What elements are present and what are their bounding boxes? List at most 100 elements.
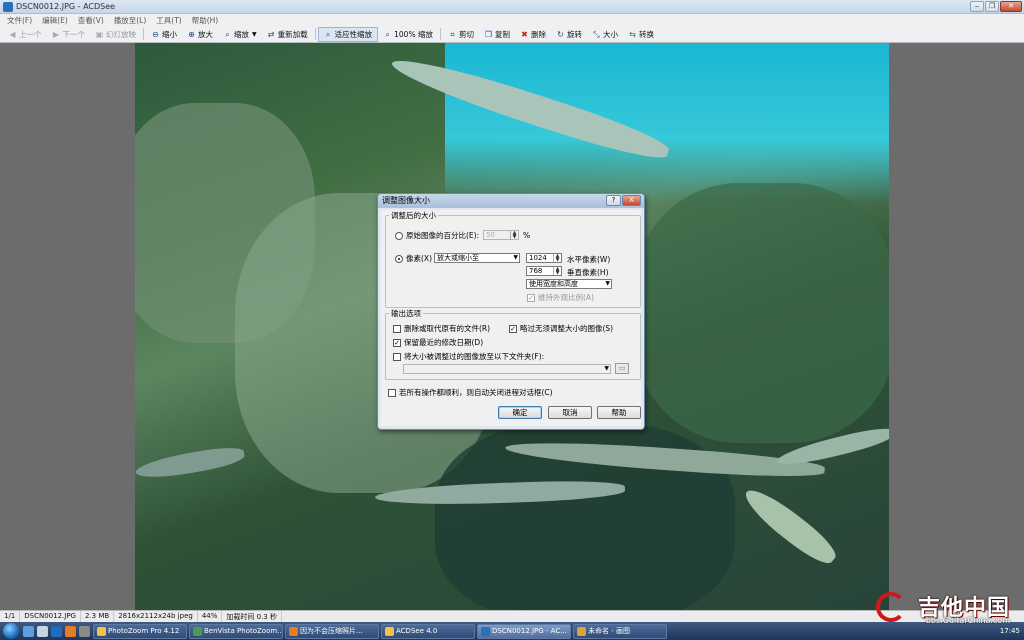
dialog-close-button[interactable]: X <box>622 195 641 206</box>
output-group-legend: 输出选项 <box>391 309 421 318</box>
menu-file[interactable]: 文件(F) <box>2 14 37 26</box>
taskbar-item-paint[interactable]: 未命名 - 画图 <box>573 623 667 639</box>
taskbar-item-benvista[interactable]: BenVista PhotoZoom... <box>189 623 283 639</box>
delete-button[interactable]: ✖ 删除 <box>515 27 551 42</box>
toolbar-divider <box>143 28 144 40</box>
actual-size-button[interactable]: ⌕ 100% 缩放 <box>378 27 438 42</box>
copy-icon: ❐ <box>484 29 493 39</box>
keep-date-checkbox[interactable]: ✓ <box>393 338 401 347</box>
quick-launch-desktop-icon[interactable] <box>23 625 34 637</box>
paint-icon <box>577 626 586 636</box>
browse-folder-button[interactable]: ▭ <box>615 363 629 374</box>
keep-aspect-label: 维持外观比例(A) <box>538 293 594 302</box>
close-button[interactable]: ✕ <box>1000 1 1022 12</box>
skip-option[interactable]: ✓ 略过无须调整大小的图像(S) <box>509 323 613 334</box>
auto-close-option[interactable]: 若所有操作都顺利，则自动关闭进程对话框(C) <box>388 387 553 398</box>
crop-icon: ⌗ <box>450 29 455 39</box>
convert-icon: ⇆ <box>629 29 636 39</box>
keep-date-option[interactable]: ✓ 保留最近的修改日期(D) <box>393 337 483 348</box>
taskbar-item-photozoom[interactable]: PhotoZoom Pro 4.12 <box>93 623 187 639</box>
quick-launch-app-icon[interactable] <box>79 625 90 637</box>
crop-button[interactable]: ⌗ 剪切 <box>443 27 479 42</box>
quick-launch-ie-icon[interactable] <box>51 625 62 637</box>
pixels-radio[interactable] <box>395 254 403 263</box>
convert-button[interactable]: ⇆ 转换 <box>623 27 659 42</box>
resize-image-dialog: 调整图像大小 ? X 调整后的大小 原始图像的百分比(E): 50 ▲ ▼ % 像… <box>377 193 645 430</box>
slideshow-icon: ▣ <box>95 29 104 39</box>
photo-rock <box>635 183 889 443</box>
menu-tools[interactable]: 工具(T) <box>151 14 186 26</box>
reload-button[interactable]: ⇄ 重新加载 <box>262 27 313 42</box>
fit-zoom-button[interactable]: ⌕ 适应性缩放 <box>317 26 379 42</box>
maximize-button[interactable]: ❐ <box>985 1 999 12</box>
magnifier-icon: ⌕ <box>385 29 390 39</box>
photo-water-area <box>445 43 889 203</box>
fit-mode-select[interactable]: 使用宽度和高度 <box>526 279 612 289</box>
menu-view[interactable]: 查看(V) <box>73 14 109 26</box>
zoom-in-button[interactable]: ⊕ 放大 <box>182 27 218 42</box>
status-filename: DSCN0012.JPG <box>20 611 81 622</box>
skip-checkbox[interactable]: ✓ <box>509 324 517 333</box>
dialog-help-button[interactable]: ? <box>606 195 621 206</box>
toolbar-divider <box>314 28 316 40</box>
menu-edit[interactable]: 编辑(E) <box>37 14 73 26</box>
spinner-arrows-icon[interactable]: ▲ ▼ <box>553 267 561 276</box>
menu-bar: 文件(F) 编辑(E) 查看(V) 播放至(L) 工具(T) 帮助(H) <box>0 14 1024 26</box>
quick-launch-window-icon[interactable] <box>37 625 48 637</box>
percent-unit: % <box>523 231 531 240</box>
minimize-button[interactable]: ‒ <box>970 1 984 12</box>
height-input[interactable]: 768 ▲ ▼ <box>526 266 562 276</box>
magnifier-icon: ⌕ <box>225 29 230 39</box>
quick-launch-firefox-icon[interactable] <box>65 625 76 637</box>
delete-original-option[interactable]: 删除或取代原有的文件(R) <box>393 323 490 334</box>
taskbar-item-browser[interactable]: 因为不会压缩照片... <box>285 623 379 639</box>
keep-date-label: 保留最近的修改日期(D) <box>404 338 484 347</box>
delete-original-label: 删除或取代原有的文件(R) <box>404 324 491 333</box>
arrow-right-icon: ▶ <box>52 29 60 39</box>
cancel-button[interactable]: 取消 <box>548 406 592 419</box>
width-label: 水平像素(W) <box>567 255 611 264</box>
save-folder-checkbox[interactable] <box>393 352 401 361</box>
delete-x-icon: ✖ <box>521 29 528 39</box>
firefox-icon <box>289 626 298 636</box>
keep-aspect-option[interactable]: ✓ 维持外观比例(A) <box>527 292 594 303</box>
status-zoom: 44% <box>198 611 223 622</box>
keep-aspect-checkbox[interactable]: ✓ <box>527 293 535 302</box>
save-folder-option[interactable]: 将大小被调整过的图像放至以下文件夹(F): <box>393 351 544 362</box>
prev-button[interactable]: ◀ 上一个 <box>3 27 47 42</box>
taskbar-item-acdsee-folder[interactable]: ACDSee 4.0 <box>381 623 475 639</box>
folder-path-select[interactable] <box>403 364 611 374</box>
refresh-icon: ⇄ <box>267 29 275 39</box>
zoom-out-button[interactable]: ⊖ 缩小 <box>146 27 182 42</box>
percent-option[interactable]: 原始图像的百分比(E): <box>395 230 479 241</box>
auto-close-label: 若所有操作都顺利，则自动关闭进程对话框(C) <box>399 388 553 397</box>
menu-help[interactable]: 帮助(H) <box>187 14 224 26</box>
pixels-option[interactable]: 像素(X) <box>395 253 432 264</box>
chevron-down-icon: ▼ <box>252 30 257 38</box>
delete-original-checkbox[interactable] <box>393 324 401 333</box>
start-button[interactable] <box>3 623 19 639</box>
toolbar-divider <box>439 28 441 40</box>
auto-close-checkbox[interactable] <box>388 388 396 397</box>
status-bar: 1/1 DSCN0012.JPG 2.3 MB 2816x2112x24b jp… <box>0 610 1024 622</box>
ok-button[interactable]: 确定 <box>498 406 542 419</box>
slideshow-button[interactable]: ▣ 幻灯放映 <box>90 27 141 42</box>
spinner-arrows-icon[interactable]: ▲ ▼ <box>553 254 561 263</box>
spinner-arrows-icon[interactable]: ▲ ▼ <box>510 231 518 240</box>
copy-button[interactable]: ❐ 复制 <box>479 27 515 42</box>
percent-input[interactable]: 50 ▲ ▼ <box>483 230 519 240</box>
rotate-button[interactable]: ↻ 旋转 <box>551 27 587 42</box>
taskbar-item-acdsee-viewer[interactable]: DSCN0012.JPG - AC... <box>477 623 571 639</box>
resize-button[interactable]: ⤡ 大小 <box>587 27 623 42</box>
height-label: 垂直像素(H) <box>567 268 609 277</box>
width-input[interactable]: 1024 ▲ ▼ <box>526 253 562 263</box>
percent-radio[interactable] <box>395 231 403 240</box>
menu-play[interactable]: 播放至(L) <box>109 14 152 26</box>
pixels-mode-select[interactable]: 放大或缩小至 <box>434 253 520 263</box>
zoom-button[interactable]: ⌕ 缩放 ▼ <box>218 27 262 42</box>
help-button[interactable]: 帮助 <box>597 406 641 419</box>
status-load-time: 加载时间 0.3 秒 <box>222 611 282 622</box>
taskbar: PhotoZoom Pro 4.12 BenVista PhotoZoom...… <box>0 622 1024 640</box>
next-button[interactable]: ▶ 下一个 <box>47 27 91 42</box>
skip-label: 略过无须调整大小的图像(S) <box>520 324 614 333</box>
